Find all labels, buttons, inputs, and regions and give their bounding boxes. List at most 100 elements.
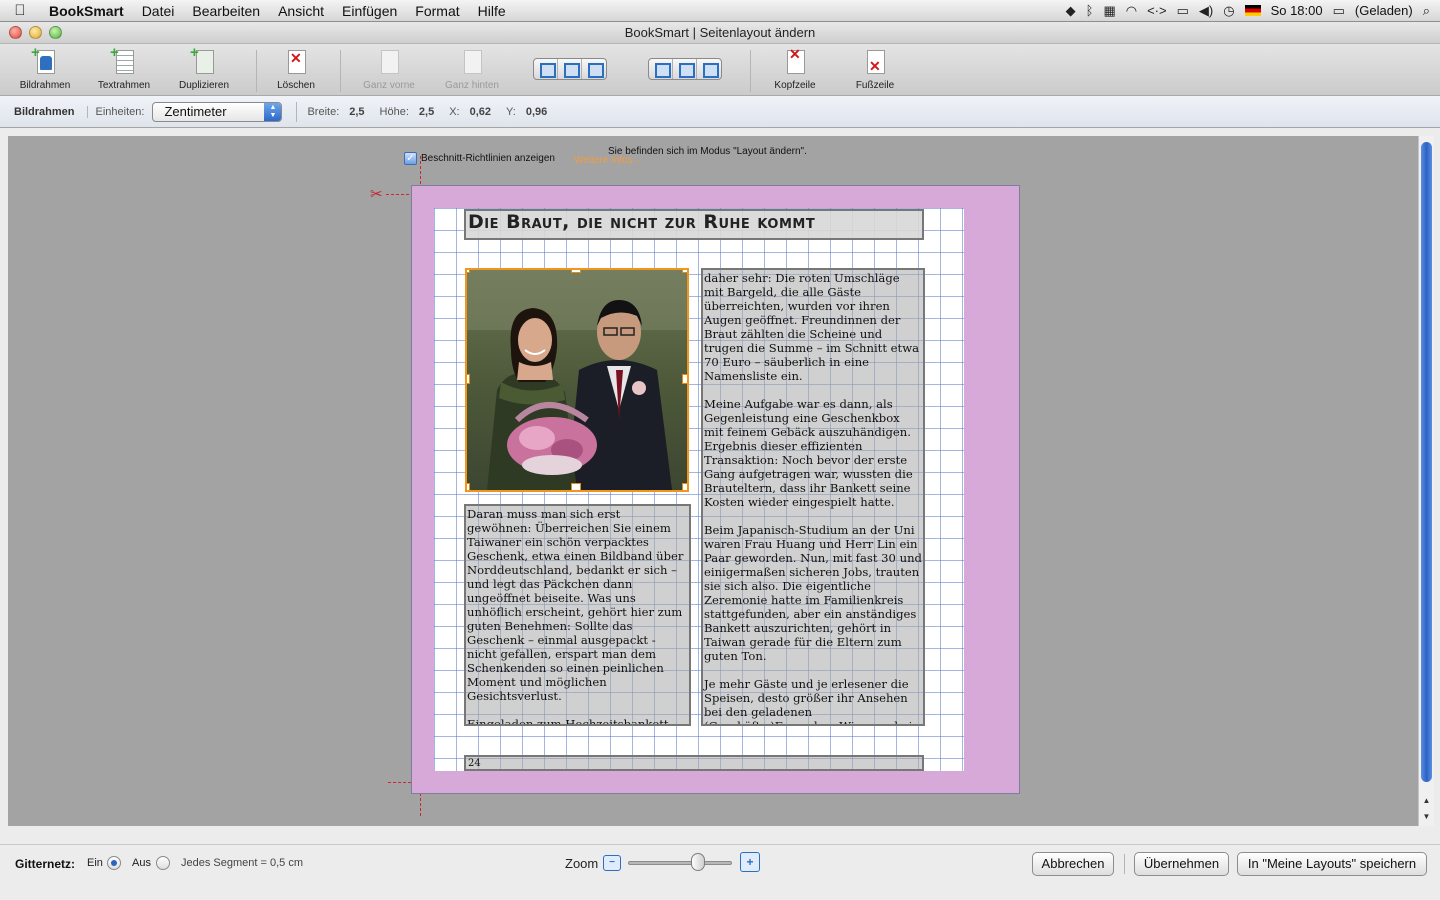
time-machine-icon[interactable]: ◷ — [1223, 3, 1234, 19]
button-divider — [1124, 854, 1125, 874]
scroll-down-arrow-icon[interactable]: ▼ — [1419, 812, 1434, 826]
grid-on-label: Ein — [87, 857, 103, 869]
display-icon[interactable]: ▭ — [1177, 3, 1189, 19]
send-to-back-icon — [458, 46, 486, 78]
battery-status[interactable]: (Geladen) — [1355, 3, 1413, 18]
properties-bar: Bildrahmen Einheiten: Zentimeter ▲ ▼ Brei… — [0, 96, 1440, 128]
align-bottom-icon[interactable] — [582, 59, 606, 79]
trim-guides-checkbox[interactable]: ✓ — [404, 152, 417, 165]
x-label: X: — [449, 105, 460, 118]
footer-button[interactable]: ✕ Fußzeile — [840, 46, 910, 91]
apply-button[interactable]: Übernehmen — [1134, 852, 1229, 876]
align-center-icon[interactable] — [673, 59, 697, 79]
y-label: Y: — [506, 105, 516, 118]
zoom-slider-knob[interactable] — [691, 853, 705, 871]
resize-handle-sw[interactable] — [467, 483, 470, 490]
trim-guides-toggle[interactable]: ✓ Beschnitt-Richtlinien anzeigen — [404, 152, 555, 165]
align-left-icon[interactable] — [649, 59, 673, 79]
dropbox-icon[interactable]: ◆ — [1066, 3, 1076, 19]
menu-format[interactable]: Format — [406, 3, 468, 19]
vertical-align-group — [533, 58, 607, 80]
send-to-back-button[interactable]: Ganz hinten — [437, 46, 507, 91]
duplicate-button[interactable]: + Duplizieren — [169, 44, 239, 91]
window-titlebar: BookSmart | Seitenlayout ändern — [0, 22, 1440, 44]
bring-to-front-label: Ganz vorne — [363, 80, 415, 91]
select-arrows-icon: ▲ ▼ — [264, 102, 282, 121]
layout-canvas[interactable]: Sie befinden sich im Modus "Layout änder… — [8, 136, 1418, 826]
zoom-slider[interactable] — [628, 861, 732, 865]
window-zoom-button[interactable] — [49, 26, 62, 39]
scissors-icon: ✂ — [370, 186, 383, 203]
zoom-in-icon[interactable]: + — [740, 852, 760, 872]
menu-einfuegen[interactable]: Einfügen — [333, 3, 406, 19]
delete-button[interactable]: ✕ Löschen — [261, 46, 331, 91]
text-frame-icon: + — [110, 44, 138, 78]
spaces-icon[interactable]: ▦ — [1103, 3, 1115, 19]
remote-icon[interactable]: <·> — [1147, 3, 1167, 18]
width-label: Breite: — [307, 105, 340, 118]
grid-off-radio[interactable] — [156, 856, 170, 870]
add-text-frame-button[interactable]: + Textrahmen — [89, 44, 159, 91]
grid-on-radio[interactable] — [107, 856, 121, 870]
x-value[interactable]: 0,62 — [470, 106, 491, 118]
resize-handle-s[interactable] — [571, 483, 581, 490]
grid-off-label: Aus — [132, 857, 151, 869]
propbar-divider — [296, 101, 298, 122]
battery-icon[interactable]: ▭ — [1333, 3, 1345, 19]
resize-handle-ne[interactable] — [682, 270, 687, 273]
volume-icon[interactable]: ◀) — [1199, 3, 1213, 19]
resize-handle-se[interactable] — [682, 483, 687, 490]
zoom-label: Zoom — [565, 856, 599, 871]
scroll-up-arrow-icon[interactable]: ▲ — [1419, 796, 1434, 810]
book-page[interactable]: Die Braut, die nicht zur Ruhe kommt Dara… — [411, 185, 1020, 794]
menu-ansicht[interactable]: Ansicht — [269, 3, 333, 19]
segment-note: Jedes Segment = 0,5 cm — [181, 857, 303, 869]
toolbar-divider — [750, 50, 751, 92]
bottom-bar: Gitternetz: Ein Aus Jedes Segment = 0,5 … — [0, 826, 1440, 900]
window-close-button[interactable] — [9, 26, 22, 39]
save-layout-button[interactable]: In "Meine Layouts" speichern — [1237, 852, 1427, 876]
german-flag-icon[interactable] — [1244, 5, 1261, 16]
vertical-scrollbar[interactable]: ▲ ▼ — [1418, 136, 1434, 826]
wifi-icon[interactable]: ◠ — [1126, 3, 1137, 19]
menu-app[interactable]: BookSmart — [40, 3, 133, 19]
resize-handle-w[interactable] — [467, 374, 470, 384]
align-right-icon[interactable] — [697, 59, 721, 79]
window-minimize-button[interactable] — [29, 26, 42, 39]
units-select[interactable]: Zentimeter ▲ ▼ — [152, 101, 283, 122]
add-text-frame-label: Textrahmen — [97, 80, 151, 91]
menu-hilfe[interactable]: Hilfe — [469, 3, 515, 19]
resize-handle-e[interactable] — [682, 374, 687, 384]
window-title: BookSmart | Seitenlayout ändern — [624, 25, 816, 40]
menu-bearbeiten[interactable]: Bearbeiten — [183, 3, 269, 19]
header-button[interactable]: ✕ Kopfzeile — [760, 46, 830, 91]
bring-to-front-button[interactable]: Ganz vorne — [354, 46, 424, 91]
page-number-frame[interactable]: 24 — [464, 755, 924, 771]
width-value[interactable]: 2,5 — [349, 106, 364, 118]
title-text-frame[interactable]: Die Braut, die nicht zur Ruhe kommt — [464, 209, 924, 240]
right-text-frame[interactable]: daher sehr: Die roten Umschläge mit Barg… — [701, 268, 925, 726]
add-image-frame-label: Bildrahmen — [19, 80, 71, 91]
menu-bar:  BookSmart Datei Bearbeiten Ansicht Ein… — [0, 0, 1440, 22]
image-frame[interactable] — [465, 268, 689, 492]
height-label: Höhe: — [379, 105, 409, 118]
y-value[interactable]: 0,96 — [526, 106, 547, 118]
apple-menu-icon[interactable]:  — [0, 2, 40, 19]
align-middle-icon[interactable] — [558, 59, 582, 79]
cancel-button[interactable]: Abbrechen — [1032, 852, 1114, 876]
menubar-clock[interactable]: So 18:00 — [1271, 3, 1323, 18]
left-text-frame[interactable]: Daran muss man sich erst gewöhnen: Überr… — [464, 504, 691, 726]
trim-guides-label: Beschnitt-Richtlinien anzeigen — [421, 153, 555, 164]
align-top-icon[interactable] — [534, 59, 558, 79]
menu-datei[interactable]: Datei — [133, 3, 184, 19]
more-info-link[interactable]: Weitere Infos ... — [574, 155, 644, 166]
units-value: Zentimeter — [164, 103, 227, 119]
spotlight-search-icon[interactable]: ⌕ — [1423, 3, 1430, 19]
bluetooth-icon[interactable]: ᛒ — [1086, 3, 1094, 18]
resize-handle-nw[interactable] — [467, 270, 470, 273]
resize-handle-n[interactable] — [571, 270, 581, 273]
scrollbar-thumb[interactable] — [1421, 142, 1432, 782]
add-image-frame-button[interactable]: + Bildrahmen — [10, 44, 80, 91]
zoom-out-icon[interactable]: − — [603, 855, 621, 871]
height-value[interactable]: 2,5 — [419, 106, 434, 118]
